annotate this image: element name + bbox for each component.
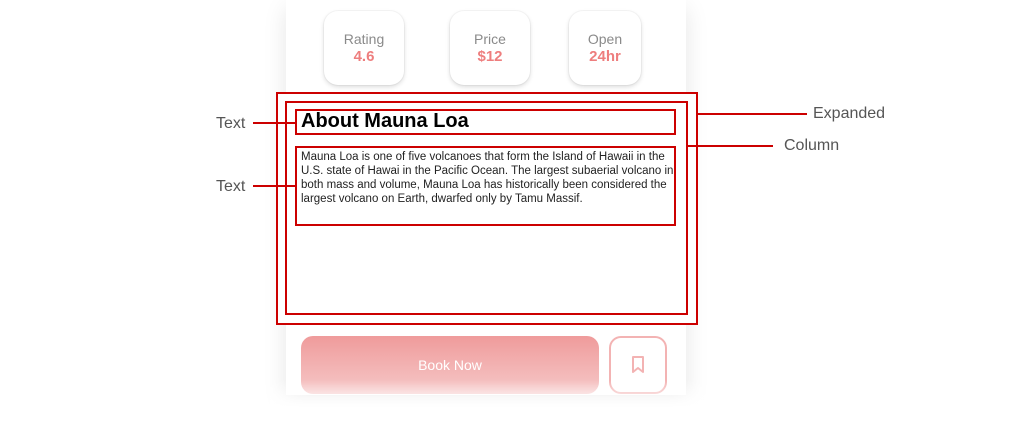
expanded-callout-line xyxy=(697,113,807,115)
column-callout-line xyxy=(687,145,773,147)
stat-card-rating: Rating 4.6 xyxy=(324,11,404,85)
stat-value: 24hr xyxy=(589,48,621,65)
text-callout-line xyxy=(253,122,296,124)
stat-value: $12 xyxy=(477,48,503,65)
text-annotation-label: Text xyxy=(216,178,246,195)
expanded-annotation-label: Expanded xyxy=(813,105,886,122)
screen-fade-overlay xyxy=(270,380,710,442)
book-now-label: Book Now xyxy=(418,357,482,373)
text-annotation-label: Text xyxy=(216,115,246,132)
column-annotation-label: Column xyxy=(784,137,840,154)
about-description: Mauna Loa is one of five volcanoes that … xyxy=(301,151,674,205)
about-title: About Mauna Loa xyxy=(301,110,469,132)
stat-card-open: Open 24hr xyxy=(569,11,641,85)
bookmark-icon xyxy=(632,356,644,373)
stat-card-price: Price $12 xyxy=(450,11,530,85)
stat-label: Price xyxy=(474,31,506,47)
text-callout-line xyxy=(253,185,296,187)
stat-value: 4.6 xyxy=(353,48,375,65)
stat-label: Rating xyxy=(343,31,385,47)
stat-label: Open xyxy=(587,31,623,47)
